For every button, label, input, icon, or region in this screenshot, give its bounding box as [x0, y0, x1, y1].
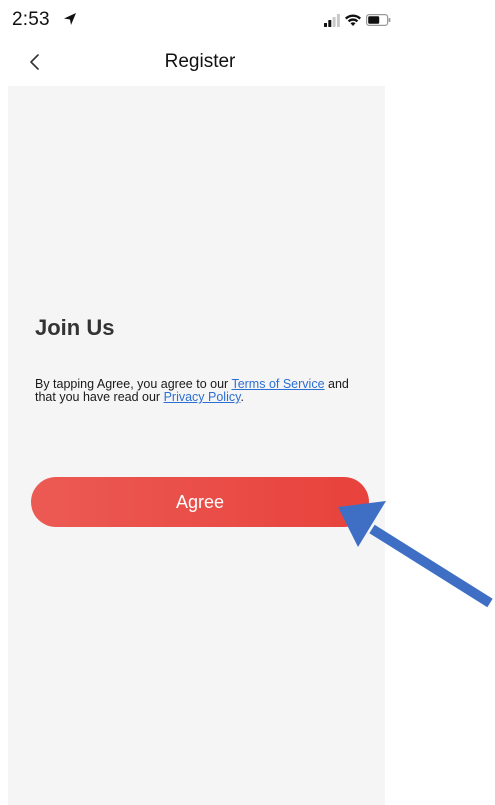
register-screen: 2:53 Register Join Us By tapping Agree, …: [0, 0, 495, 805]
privacy-policy-link[interactable]: Privacy Policy: [164, 390, 241, 404]
status-bar: 2:53: [0, 0, 400, 40]
register-content: Join Us By tapping Agree, you agree to o…: [8, 86, 385, 805]
terms-of-service-link[interactable]: Terms of Service: [231, 377, 324, 391]
agree-button[interactable]: Agree: [31, 477, 369, 527]
terms-suffix-text: .: [240, 390, 244, 404]
wifi-icon: [345, 14, 361, 26]
nav-bar: Register: [0, 40, 400, 85]
terms-prefix-text: By tapping Agree, you agree to our: [35, 377, 232, 391]
join-us-heading: Join Us: [35, 315, 115, 340]
location-arrow-icon: [64, 13, 76, 25]
battery-icon: [366, 14, 391, 27]
terms-agreement-text: By tapping Agree, you agree to our Terms…: [35, 378, 365, 404]
cellular-signal-icon: [324, 14, 340, 27]
page-title: Register: [164, 51, 236, 72]
status-time: 2:53: [12, 9, 50, 30]
